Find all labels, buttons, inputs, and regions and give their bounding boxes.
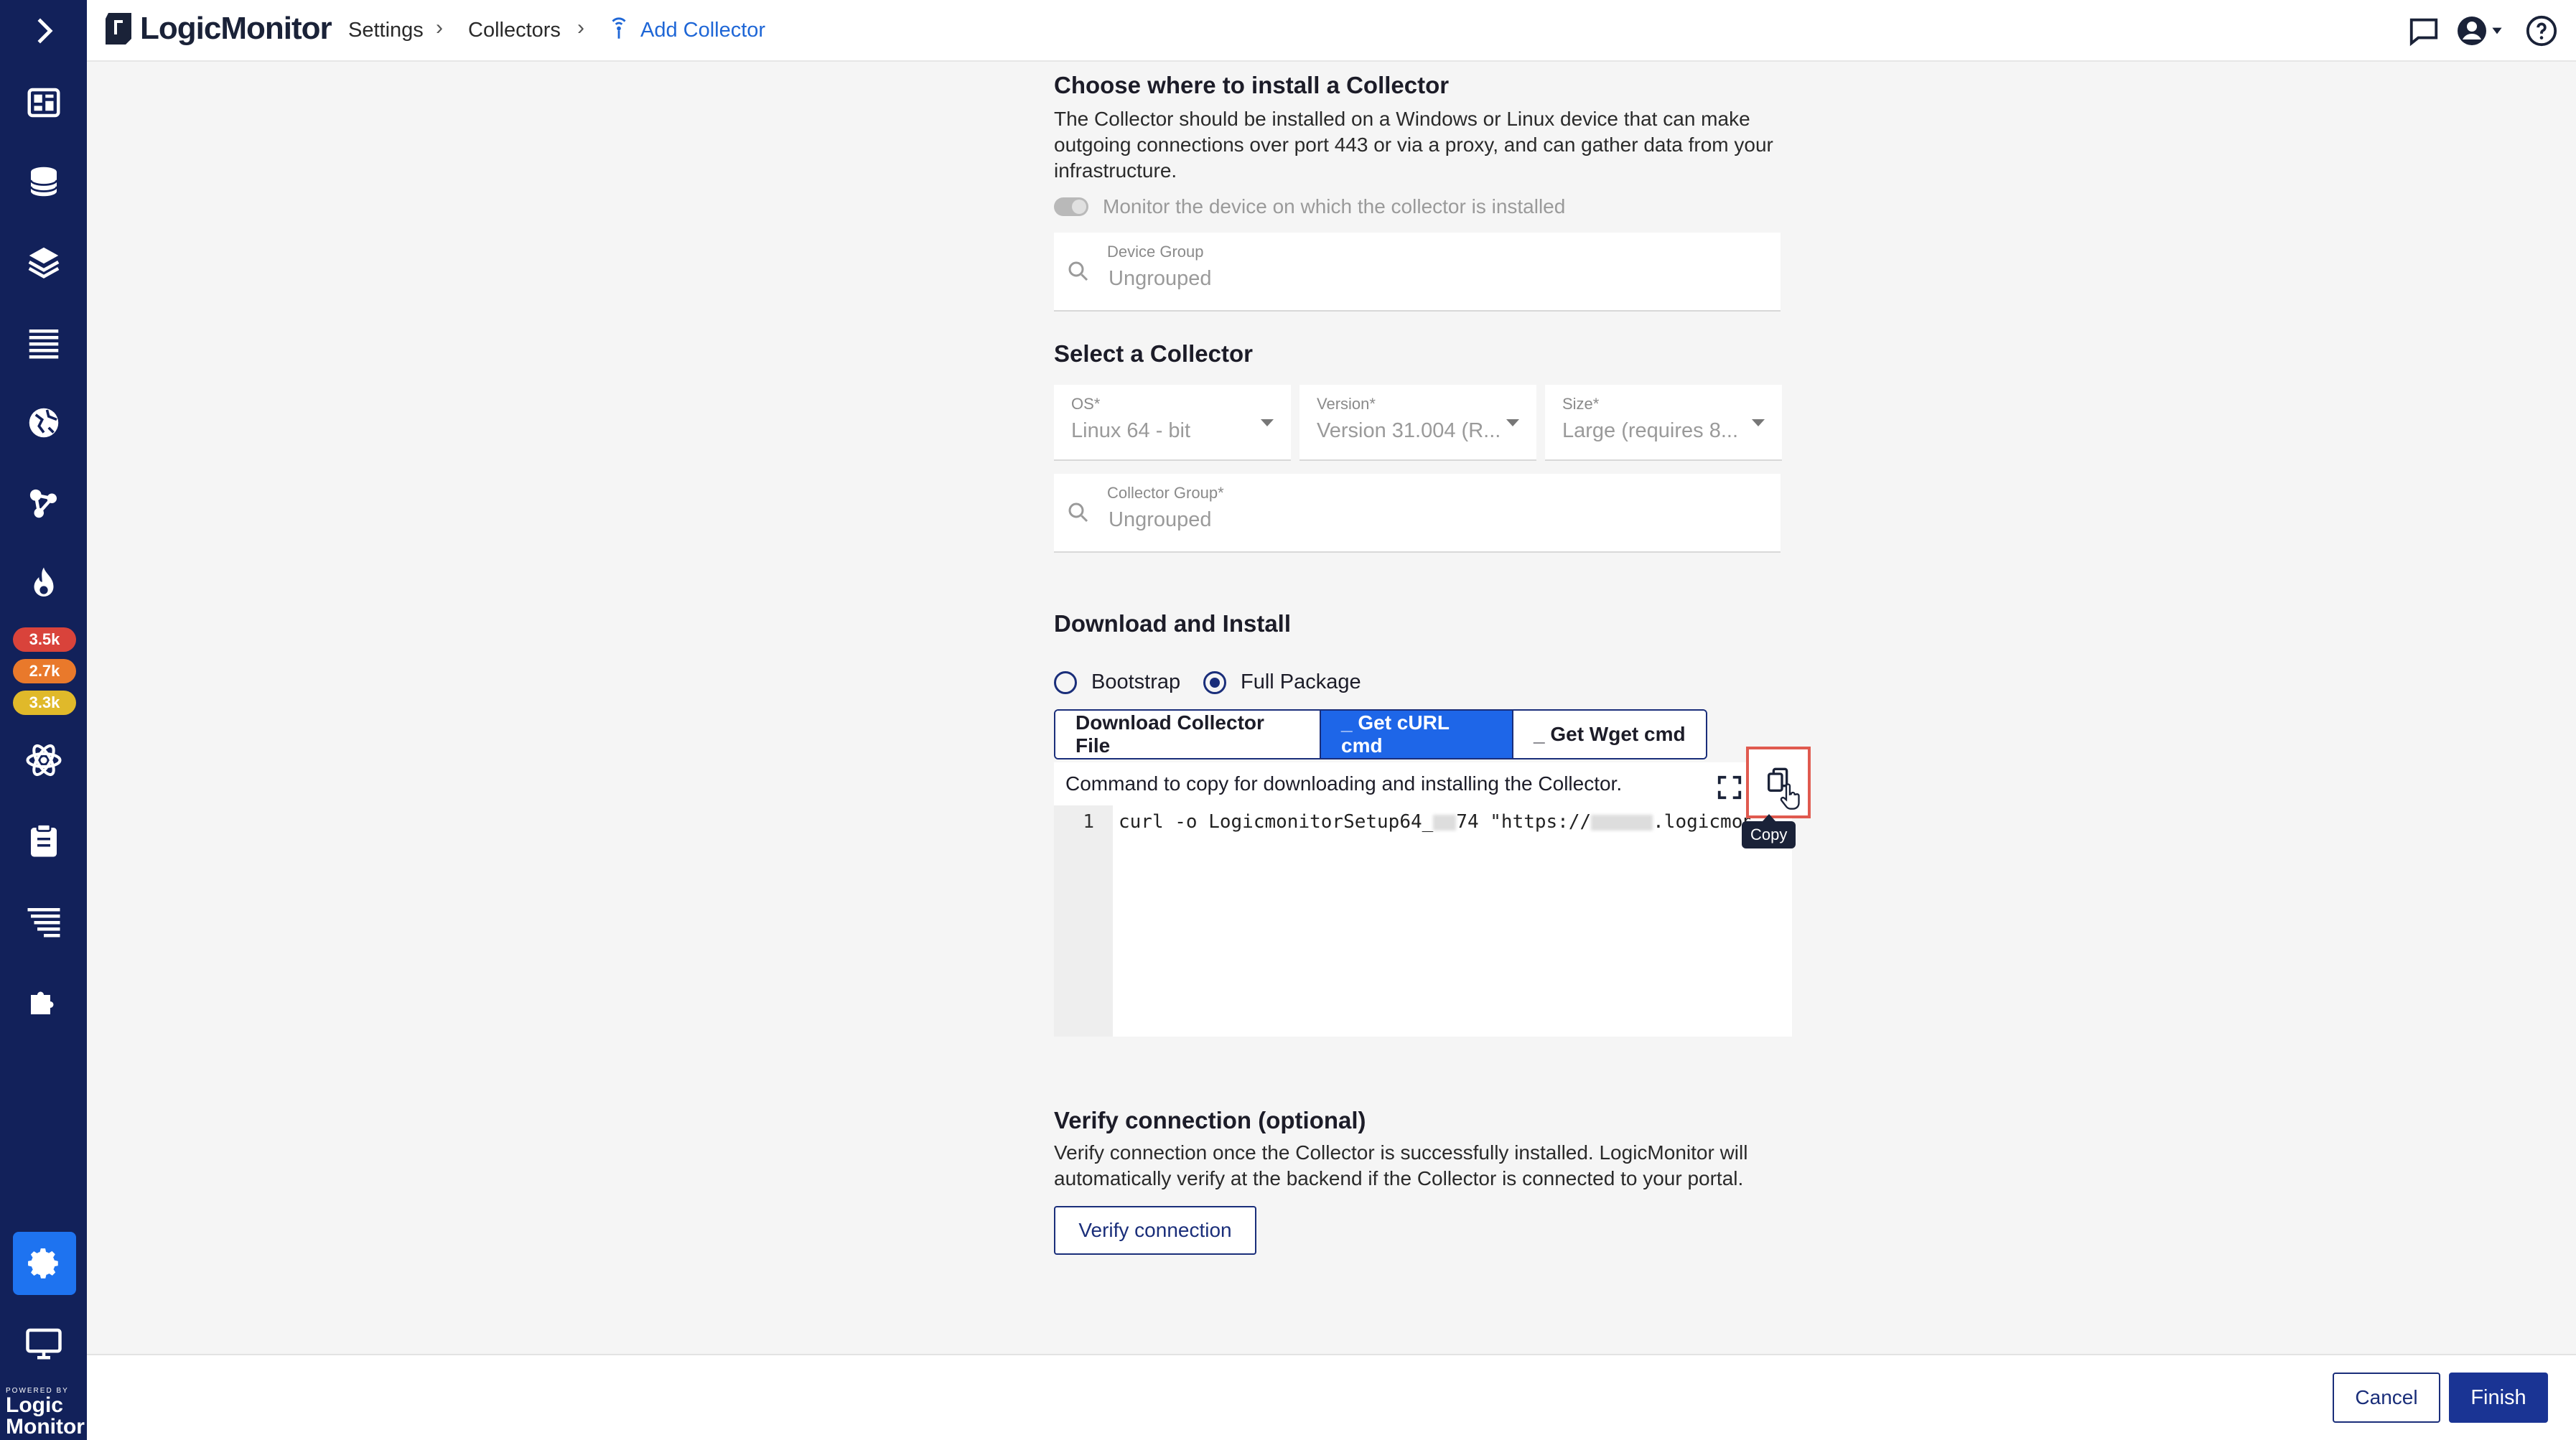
puzzle-icon[interactable] (0, 969, 87, 1034)
caret-down-icon (2492, 27, 2502, 34)
line-number-gutter: 1 (1054, 805, 1113, 1037)
powered-by-logo: POWERED BY Logic Monitor (6, 1387, 85, 1438)
dropdown-arrow-icon (1506, 419, 1519, 426)
topology-icon[interactable] (0, 471, 87, 536)
radio-full-package[interactable]: Full Package (1203, 670, 1361, 694)
monitor-device-toggle[interactable] (1054, 197, 1088, 216)
alert-count-badge-critical[interactable]: 3.5k (13, 627, 76, 652)
help-icon[interactable] (2525, 13, 2558, 49)
redacted-block (1591, 814, 1653, 831)
monitor-icon[interactable] (0, 1311, 87, 1375)
dashboards-icon[interactable] (0, 70, 87, 135)
cancel-button[interactable]: Cancel (2333, 1373, 2440, 1423)
logo-mark-icon (106, 13, 131, 45)
top-bar: LogicMonitor Settings › Collectors › Add… (87, 0, 2576, 62)
settings-gear-icon[interactable] (13, 1232, 76, 1295)
monitor-device-label: Monitor the device on which the collecto… (1103, 195, 1566, 218)
size-select[interactable]: Size* Large (requires 8... (1545, 385, 1782, 461)
globe-icon[interactable] (0, 391, 87, 455)
redacted-block (1433, 814, 1457, 831)
verify-description: Verify connection once the Collector is … (1054, 1141, 1748, 1189)
expand-chevron-icon[interactable] (0, 0, 87, 62)
radio-bootstrap-circle[interactable] (1054, 670, 1077, 694)
command-header: Command to copy for downloading and inst… (1054, 762, 1792, 808)
os-value: Linux 64 - bit (1071, 419, 1191, 442)
database-icon[interactable] (0, 149, 87, 214)
search-icon (1068, 261, 1088, 281)
flame-icon[interactable] (0, 551, 87, 616)
finish-button[interactable]: Finish (2449, 1373, 2548, 1423)
breadcrumb-settings[interactable]: Settings (348, 19, 424, 42)
command-caption: Command to copy for downloading and inst… (1065, 772, 1623, 795)
tab-get-wget-cmd[interactable]: _ Get Wget cmd (1513, 711, 1706, 758)
copy-button[interactable] (1746, 747, 1811, 818)
breadcrumb-add-collector: Add Collector (640, 19, 766, 42)
version-select[interactable]: Version* Version 31.004 (R... (1299, 385, 1536, 461)
device-group-label: Device Group (1107, 243, 1204, 261)
chevron-right-icon: › (577, 16, 584, 39)
atom-icon[interactable] (0, 728, 87, 793)
size-label: Size* (1562, 395, 1600, 413)
hand-cursor-icon (1780, 783, 1800, 810)
radio-bootstrap[interactable]: Bootstrap (1054, 670, 1180, 694)
clipboard-icon[interactable] (0, 808, 87, 873)
footer-bar: Cancel Finish (87, 1354, 2576, 1440)
tab-download-collector-file[interactable]: Download Collector File (1055, 711, 1321, 758)
user-account-menu[interactable] (2455, 13, 2505, 49)
dropdown-arrow-icon (1752, 419, 1765, 426)
radio-full-package-label: Full Package (1241, 670, 1361, 693)
tab-get-curl-cmd[interactable]: _ Get cURL cmd (1321, 711, 1513, 758)
line-number: 1 (1083, 811, 1094, 833)
breadcrumb-collectors[interactable]: Collectors (468, 19, 561, 42)
copy-tooltip: Copy (1742, 814, 1796, 848)
verify-section-title: Verify connection (optional) (1054, 1107, 1366, 1133)
os-label: OS* (1071, 395, 1101, 413)
search-icon (1068, 502, 1088, 523)
install-description: The Collector should be installed on a W… (1054, 108, 1773, 182)
main-content: Choose where to install a Collector The … (87, 62, 2576, 1354)
device-group-field[interactable]: Device Group Ungrouped (1054, 233, 1781, 312)
sidebar: 3.5k 2.7k 3.3k POWERED BY Logic Monitor (0, 0, 87, 1440)
filter-list-icon[interactable] (0, 889, 87, 953)
alert-count-badge-error[interactable]: 2.7k (13, 659, 76, 683)
layers-icon[interactable] (0, 230, 87, 294)
code-text-part3: .logicmonit (1653, 811, 1750, 833)
size-value: Large (requires 8... (1562, 419, 1739, 442)
list-icon[interactable] (0, 310, 87, 375)
download-method-tabs: Download Collector File _ Get cURL cmd _… (1054, 709, 1707, 759)
add-collector-icon (612, 17, 626, 39)
version-label: Version* (1317, 395, 1376, 413)
radio-bootstrap-label: Bootstrap (1091, 670, 1181, 693)
logicmonitor-logo[interactable]: LogicMonitor (103, 10, 332, 47)
collector-group-value: Ungrouped (1109, 508, 1212, 531)
logo-text: LogicMonitor (140, 11, 332, 46)
verify-connection-button[interactable]: Verify connection (1054, 1206, 1256, 1255)
code-text-part1: curl -o LogicmonitorSetup64_ (1119, 811, 1434, 833)
chat-icon[interactable] (2407, 13, 2440, 49)
alert-count-badge-warning[interactable]: 3.3k (13, 691, 76, 715)
chevron-right-icon: › (436, 16, 443, 39)
os-select[interactable]: OS* Linux 64 - bit (1054, 385, 1291, 461)
user-avatar-icon (2458, 17, 2486, 45)
collector-group-label: Collector Group* (1107, 484, 1224, 502)
powered-by-brand: Logic Monitor (6, 1393, 85, 1439)
download-section-title: Download and Install (1054, 610, 1292, 637)
select-section-title: Select a Collector (1054, 340, 1253, 367)
install-section-title: Choose where to install a Collector (1054, 72, 1450, 98)
fullscreen-icon[interactable] (1716, 774, 1743, 801)
collector-group-field[interactable]: Collector Group* Ungrouped (1054, 474, 1781, 553)
code-editor[interactable]: 1 curl -o LogicmonitorSetup64_ 74 "https:… (1054, 805, 1792, 1037)
code-text-part2: 74 "https:// (1456, 811, 1592, 833)
device-group-value: Ungrouped (1109, 267, 1212, 290)
dropdown-arrow-icon (1261, 419, 1274, 426)
monitor-device-toggle-row: Monitor the device on which the collecto… (1054, 195, 1565, 218)
radio-full-package-circle[interactable] (1203, 670, 1226, 694)
version-value: Version 31.004 (R... (1317, 419, 1501, 442)
curl-command-line[interactable]: curl -o LogicmonitorSetup64_ 74 "https://… (1119, 811, 1750, 833)
